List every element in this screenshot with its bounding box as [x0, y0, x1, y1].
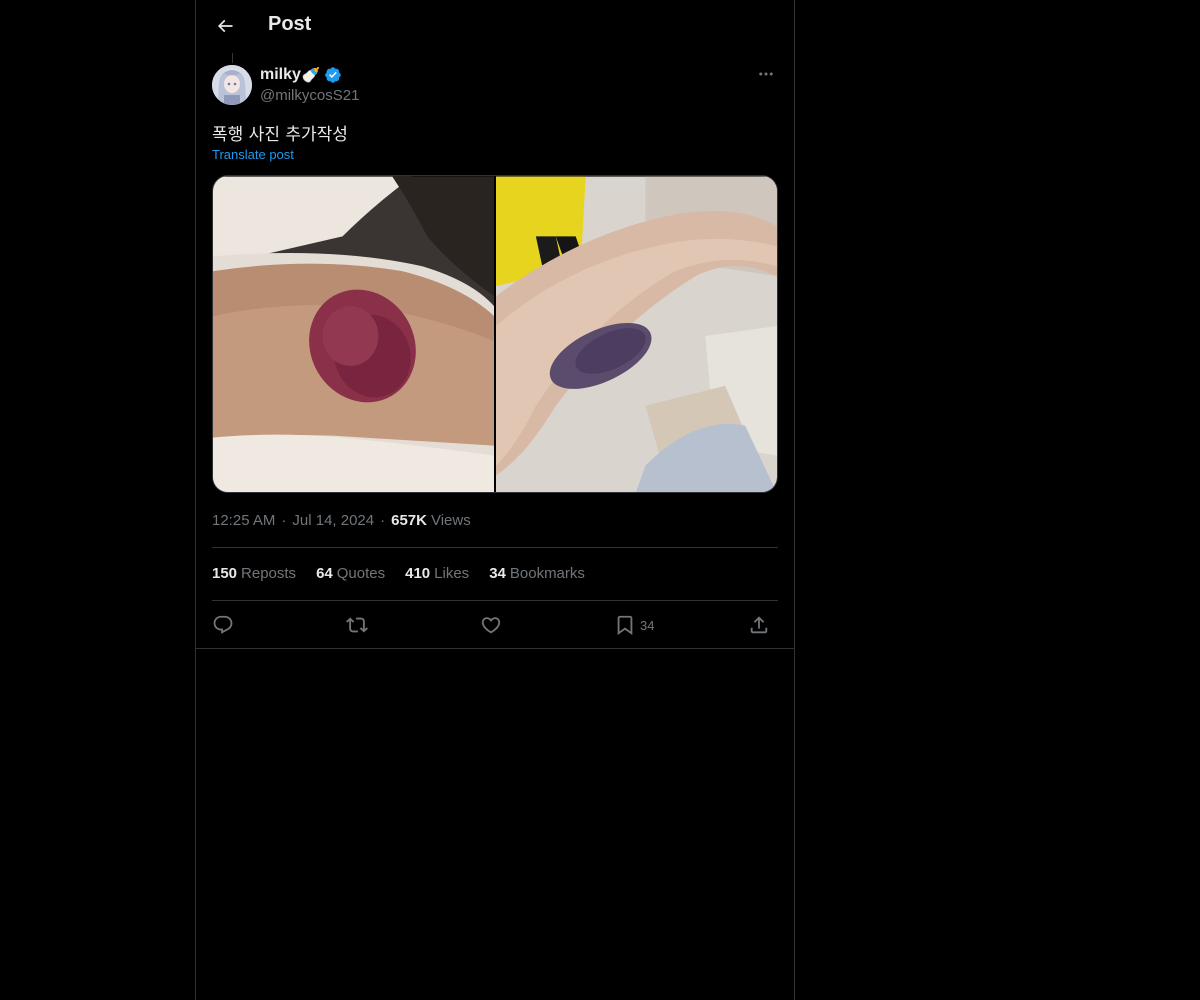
meta-separator: · [380, 512, 386, 529]
likes-count: 410 [405, 565, 431, 582]
post-column: Post milky 🍼 @milkycosS21 폭행 사진 추가작성 Tra… [195, 0, 795, 1000]
reposts-count: 150 [212, 565, 238, 582]
likes-label: Likes [434, 565, 470, 582]
post-media [212, 175, 778, 493]
post-image-1[interactable] [213, 176, 494, 493]
more-horizontal-icon [759, 72, 773, 76]
post-bottom-border [196, 648, 794, 649]
verified-badge-icon [324, 67, 341, 83]
bookmarks-count: 34 [489, 565, 506, 582]
reply-button[interactable] [212, 612, 234, 638]
header: Post [196, 0, 794, 53]
like-button[interactable] [480, 612, 502, 638]
repost-button[interactable] [346, 612, 368, 638]
post-time[interactable]: 12:25 AM [212, 512, 275, 529]
post-author: milky 🍼 @milkycosS21 [212, 65, 778, 107]
post-date[interactable]: Jul 14, 2024 [292, 512, 374, 529]
post-text: 폭행 사진 추가작성 [212, 125, 348, 145]
bookmarks-stat[interactable]: 34 Bookmarks [489, 565, 585, 582]
heart-icon [481, 617, 501, 634]
bookmark-button[interactable]: 34 [614, 612, 654, 638]
action-bar: 34 [212, 612, 778, 640]
post-image-2[interactable] [496, 176, 777, 493]
author-name: milky [260, 66, 301, 83]
translate-post-link[interactable]: Translate post [212, 147, 294, 162]
avatar-image [212, 65, 252, 105]
author-name-row[interactable]: milky 🍼 [260, 66, 342, 84]
bookmark-icon [617, 615, 633, 636]
bookmark-action-count: 34 [640, 617, 655, 633]
share-icon [750, 616, 768, 634]
repost-icon [346, 617, 368, 633]
views-count: 657K [391, 512, 427, 529]
back-button[interactable] [208, 9, 242, 43]
avatar[interactable] [212, 65, 252, 105]
post-stats: 150 Reposts 64 Quotes 410 Likes 34 Bookmarks [212, 565, 605, 582]
page-title: Post [268, 13, 312, 35]
arrow-left-icon [217, 19, 233, 33]
share-button[interactable] [748, 612, 770, 638]
meta-separator: · [281, 512, 287, 529]
thread-connector [232, 53, 233, 63]
quotes-label: Quotes [336, 565, 386, 582]
likes-stat[interactable]: 410 Likes [405, 565, 469, 582]
more-options-button[interactable] [754, 64, 778, 84]
divider [212, 600, 778, 601]
reposts-label: Reposts [241, 565, 297, 582]
author-emoji: 🍼 [301, 67, 321, 84]
quotes-count: 64 [316, 565, 333, 582]
divider [212, 547, 778, 548]
views-label: Views [430, 512, 471, 529]
bookmarks-label: Bookmarks [509, 565, 585, 582]
reply-icon [213, 615, 233, 634]
author-handle[interactable]: @milkycosS21 [260, 87, 359, 104]
quotes-stat[interactable]: 64 Quotes [316, 565, 385, 582]
post-meta: 12:25 AM · Jul 14, 2024 · 657K Views [212, 512, 471, 529]
reposts-stat[interactable]: 150 Reposts [212, 565, 296, 582]
